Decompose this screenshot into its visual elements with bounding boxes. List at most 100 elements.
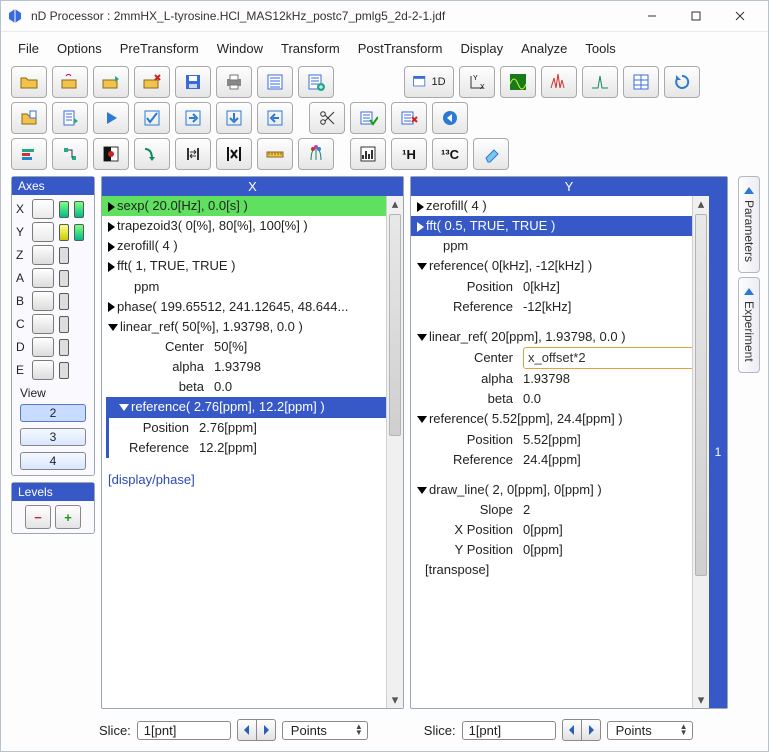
menu-transform[interactable]: Transform <box>274 39 347 58</box>
axis-row-a[interactable]: A <box>16 268 90 288</box>
toolbar-row-1: 1D YX <box>11 66 758 98</box>
folder-open-icon[interactable] <box>11 66 47 98</box>
y-ref-2: Reference24.4[ppm] <box>411 450 692 470</box>
menu-pretransform[interactable]: PreTransform <box>113 39 206 58</box>
tree-icon[interactable] <box>52 138 88 170</box>
column-x-list[interactable]: sexp( 20.0[Hz], 0.0[s] ) trapezoid3( 0[%… <box>102 196 386 708</box>
menu-file[interactable]: File <box>11 39 46 58</box>
flowers-icon[interactable] <box>298 138 334 170</box>
window-1d-icon[interactable]: 1D <box>404 66 454 98</box>
x-beta: beta0.0 <box>102 377 386 397</box>
folder-cancel-icon[interactable] <box>134 66 170 98</box>
doc-rows-alt-icon[interactable] <box>52 102 88 134</box>
nucleus-13c-button[interactable]: ¹³C <box>432 138 468 170</box>
eraser-icon[interactable] <box>473 138 509 170</box>
curve-down-icon[interactable] <box>134 138 170 170</box>
list-add-icon[interactable] <box>298 66 334 98</box>
view-button-4[interactable]: 4 <box>20 452 86 470</box>
ruler-icon[interactable] <box>257 138 293 170</box>
doc-rows-icon[interactable] <box>11 102 47 134</box>
menu-analyze[interactable]: Analyze <box>514 39 574 58</box>
y-ppm[interactable]: ppm <box>411 236 692 256</box>
levels-minus-button[interactable]: − <box>25 505 51 529</box>
save-icon[interactable] <box>175 66 211 98</box>
view-button-2[interactable]: 2 <box>20 404 86 422</box>
center-input[interactable]: x_offset*2 <box>523 347 692 369</box>
x-sexp: sexp( 20.0[Hz], 0.0[s] ) <box>102 196 386 216</box>
rail-parameters[interactable]: Parameters <box>738 176 760 273</box>
arrow-down-box-icon[interactable] <box>216 102 252 134</box>
slice-input-y[interactable]: 1[pnt] <box>462 721 556 740</box>
folder-export-icon[interactable] <box>93 66 129 98</box>
levels-plus-button[interactable]: + <box>55 505 81 529</box>
step-left-icon[interactable] <box>562 719 582 741</box>
slice-group-y: Slice: 1[pnt] Points▲▼ <box>424 719 693 741</box>
column-x-scrollbar[interactable]: ▴ ▾ <box>386 196 403 708</box>
x-display-phase: [display/phase] <box>102 470 386 490</box>
axis-row-y[interactable]: Y <box>16 222 90 242</box>
peak-multi-icon[interactable] <box>541 66 577 98</box>
column-y-header: Y <box>411 177 727 196</box>
menu-posttransform[interactable]: PostTransform <box>351 39 450 58</box>
axis-row-c[interactable]: C <box>16 314 90 334</box>
peak-single-icon[interactable] <box>582 66 618 98</box>
axis-row-d[interactable]: D <box>16 337 90 357</box>
y-zerofill: zerofill( 4 ) <box>411 196 692 216</box>
column-x-header: X <box>102 177 403 196</box>
axis-xy-icon[interactable]: YX <box>459 66 495 98</box>
spectrum-green-icon[interactable] <box>500 66 536 98</box>
hand-folder-icon[interactable] <box>52 66 88 98</box>
print-icon[interactable] <box>216 66 252 98</box>
column-y-scrollbar[interactable]: ▴ ▾ <box>692 196 709 708</box>
maximize-button[interactable] <box>674 2 718 30</box>
step-right-icon[interactable] <box>582 719 601 741</box>
y-center: Centerx_offset*2 <box>411 347 692 369</box>
rows-okay-icon[interactable] <box>350 102 386 134</box>
toolbar-row-3: ¹H ¹³C <box>11 138 758 170</box>
x-reference-val: Reference12.2[ppm] <box>106 438 386 458</box>
slice-group-x: Slice: 1[pnt] Points▲▼ <box>99 719 368 741</box>
slice-unit-combo-y[interactable]: Points▲▼ <box>607 721 693 740</box>
axis-row-b[interactable]: B <box>16 291 90 311</box>
y-pos-2: Position5.52[ppm] <box>411 430 692 450</box>
rows-cancel-icon[interactable] <box>391 102 427 134</box>
align-left-color-icon[interactable] <box>11 138 47 170</box>
column-y-index-rail[interactable]: 1 <box>709 196 727 708</box>
scroll-down-icon: ▾ <box>693 692 709 708</box>
arrow-right-box-icon[interactable] <box>175 102 211 134</box>
histogram-icon[interactable] <box>350 138 386 170</box>
close-button[interactable] <box>718 2 762 30</box>
x-center: Center50[%] <box>102 337 386 357</box>
menu-options[interactable]: Options <box>50 39 109 58</box>
abs-x-icon[interactable] <box>216 138 252 170</box>
column-y-list[interactable]: zerofill( 4 ) fft( 0.5, TRUE, TRUE ) ppm… <box>411 196 692 708</box>
axis-row-x[interactable]: X <box>16 199 90 219</box>
slice-input-x[interactable]: 1[pnt] <box>137 721 231 740</box>
menu-display[interactable]: Display <box>454 39 511 58</box>
list-icon[interactable] <box>257 66 293 98</box>
play-icon[interactable] <box>93 102 129 134</box>
arrow-left-box-icon[interactable] <box>257 102 293 134</box>
table-icon[interactable] <box>623 66 659 98</box>
circle-left-icon[interactable] <box>432 102 468 134</box>
axis-row-e[interactable]: E <box>16 360 90 380</box>
svg-text:Y: Y <box>473 75 478 82</box>
minimize-button[interactable] <box>630 2 674 30</box>
step-right-icon[interactable] <box>257 719 276 741</box>
step-left-icon[interactable] <box>237 719 257 741</box>
menu-window[interactable]: Window <box>210 39 270 58</box>
slice-unit-combo-x[interactable]: Points▲▼ <box>282 721 368 740</box>
y-ref-1: Reference-12[kHz] <box>411 297 692 317</box>
view-button-3[interactable]: 3 <box>20 428 86 446</box>
menu-tools[interactable]: Tools <box>578 39 622 58</box>
check-icon[interactable] <box>134 102 170 134</box>
nucleus-1h-button[interactable]: ¹H <box>391 138 427 170</box>
contrast-icon[interactable] <box>93 138 129 170</box>
y-fft: fft( 0.5, TRUE, TRUE ) <box>411 216 692 236</box>
rail-experiment[interactable]: Experiment <box>738 277 760 373</box>
refresh-icon[interactable] <box>664 66 700 98</box>
scissors-icon[interactable] <box>309 102 345 134</box>
bracket-swap-icon[interactable] <box>175 138 211 170</box>
x-ppm[interactable]: ppm <box>102 277 386 297</box>
axis-row-z[interactable]: Z <box>16 245 90 265</box>
